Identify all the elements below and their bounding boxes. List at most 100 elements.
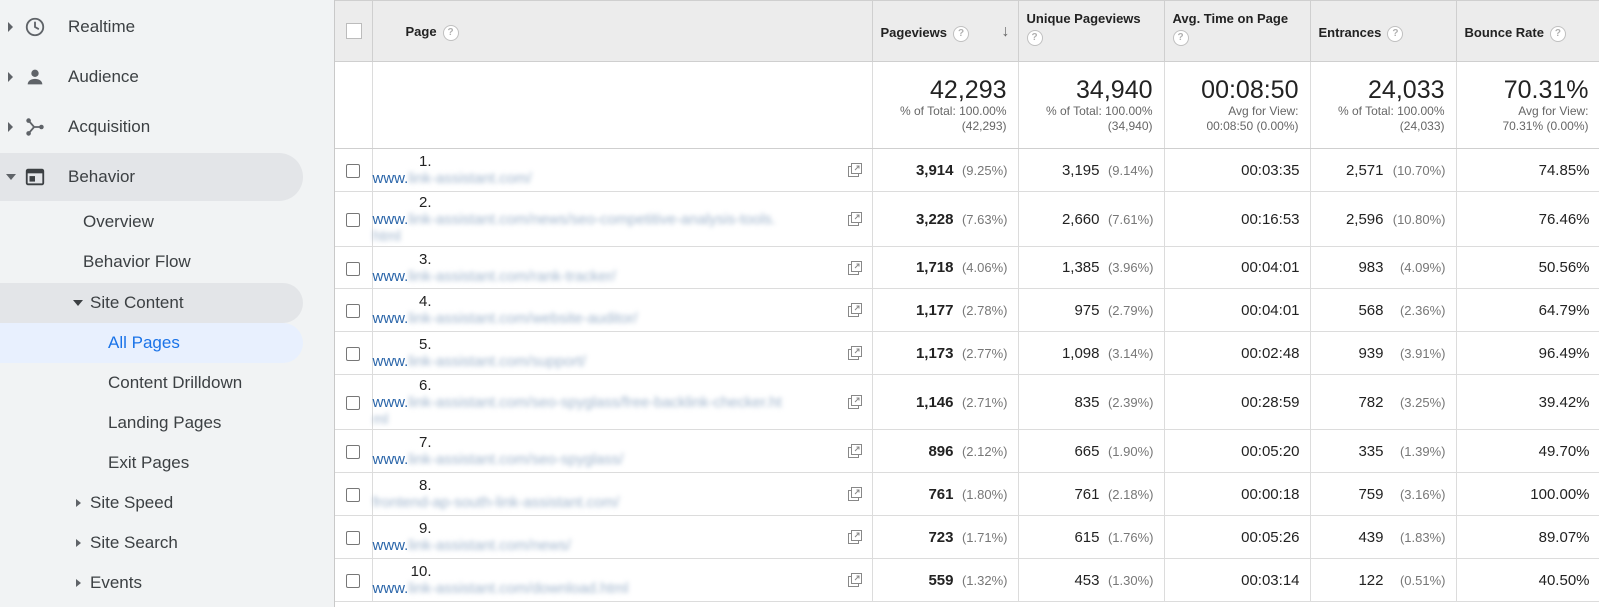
- bounce-rate-value: 50.56%: [1538, 259, 1590, 276]
- row-checkbox[interactable]: [346, 261, 361, 276]
- bounce-rate-cell: 76.46%: [1456, 191, 1599, 247]
- help-icon[interactable]: ?: [442, 24, 459, 41]
- avg-time-value: 00:05:26: [1241, 528, 1300, 546]
- row-checkbox[interactable]: [346, 488, 361, 503]
- nav-overview[interactable]: Overview: [0, 202, 334, 242]
- page-link[interactable]: www.link-assistant.com/seo-spyglass/free…: [373, 394, 783, 428]
- col-header-entrances[interactable]: Entrances?: [1310, 0, 1457, 62]
- table-row: 2.www.link-assistant.com/news/seo-compet…: [335, 191, 1599, 247]
- row-checkbox[interactable]: [346, 531, 361, 546]
- col-header-unique-pageviews[interactable]: Unique Pageviews ?: [1018, 0, 1165, 62]
- nav-audience[interactable]: Audience: [0, 53, 334, 101]
- open-external-icon[interactable]: [847, 395, 862, 409]
- row-checkbox[interactable]: [346, 445, 361, 460]
- col-header-page[interactable]: Page?: [372, 0, 873, 62]
- page-link[interactable]: www.link-assistant.com/news/seo-competit…: [373, 211, 783, 245]
- expand-caret-icon: [8, 22, 13, 32]
- nav-site-speed[interactable]: Site Speed: [0, 483, 334, 523]
- nav-site-content[interactable]: Site Content: [0, 283, 303, 323]
- page-link[interactable]: www.link-assistant.com/news/: [373, 537, 783, 554]
- unique-pageviews-value: 2,660: [1061, 210, 1100, 228]
- page-link[interactable]: www.link-assistant.com/rank-tracker/: [373, 268, 783, 285]
- col-header-bounce-rate[interactable]: Bounce Rate?: [1456, 0, 1599, 62]
- help-icon[interactable]: ?: [953, 25, 969, 42]
- pageviews-value: 723: [928, 528, 954, 546]
- select-all-checkbox[interactable]: [346, 23, 362, 39]
- unique-pageviews-percent: (1.76%): [1107, 529, 1154, 545]
- pageviews-cell: 1,177 (2.78%): [872, 288, 1019, 332]
- help-icon[interactable]: ?: [1549, 25, 1566, 42]
- page-link[interactable]: www.link-assistant.com/support/: [373, 353, 783, 370]
- help-icon[interactable]: ?: [1387, 25, 1404, 42]
- table-row: 4.www.link-assistant.com/website-auditor…: [335, 288, 1599, 332]
- entrances-cell: 568 (2.36%): [1310, 288, 1457, 332]
- row-checkbox[interactable]: [346, 396, 361, 411]
- avg-time-cell: 00:16:53: [1164, 191, 1311, 247]
- totals-blank-cell: [335, 61, 373, 149]
- totals-value: 24,033: [1368, 76, 1445, 104]
- totals-bounce-rate: 70.31% Avg for View: 70.31% (0.00%): [1456, 61, 1599, 149]
- col-header-pageviews[interactable]: Pageviews? ↓: [872, 0, 1019, 62]
- acquisition-icon: [26, 118, 44, 136]
- pageviews-cell: 761 (1.80%): [872, 472, 1019, 516]
- nav-acquisition[interactable]: Acquisition: [0, 103, 334, 151]
- col-header-label: Pageviews: [880, 25, 948, 40]
- help-icon[interactable]: ?: [1172, 30, 1189, 46]
- expand-caret-icon: [76, 539, 81, 547]
- nav-behavior-flow[interactable]: Behavior Flow: [0, 242, 334, 282]
- select-all-cell: [335, 0, 373, 62]
- pageviews-cell: 1,718 (4.06%): [872, 246, 1019, 289]
- row-checkbox[interactable]: [346, 213, 361, 228]
- unique-pageviews-cell: 2,660 (7.61%): [1018, 191, 1165, 247]
- open-external-icon[interactable]: [847, 212, 862, 226]
- entrances-cell: 939 (3.91%): [1310, 331, 1457, 375]
- nav-landing-pages[interactable]: Landing Pages: [0, 403, 334, 443]
- nav-realtime[interactable]: Realtime: [0, 3, 334, 51]
- open-external-icon[interactable]: [847, 573, 862, 587]
- pageviews-cell: 723 (1.71%): [872, 515, 1019, 559]
- avg-time-cell: 00:04:01: [1164, 288, 1311, 332]
- open-external-icon[interactable]: [847, 487, 862, 501]
- nav-all-pages[interactable]: All Pages: [0, 323, 303, 363]
- nav-events[interactable]: Events: [0, 563, 334, 603]
- row-checkbox[interactable]: [346, 574, 361, 589]
- entrances-cell: 439 (1.83%): [1310, 515, 1457, 559]
- table-row: 6.www.link-assistant.com/seo-spyglass/fr…: [335, 374, 1599, 430]
- page-link[interactable]: www.link-assistant.com/website-auditor/: [373, 310, 783, 327]
- nav-exit-pages[interactable]: Exit Pages: [0, 443, 334, 483]
- bounce-rate-value: 39.42%: [1538, 393, 1590, 411]
- open-external-icon[interactable]: [847, 444, 862, 458]
- pageviews-cell: 559 (1.32%): [872, 558, 1019, 602]
- open-external-icon[interactable]: [847, 346, 862, 360]
- col-header-pageviews-group: Pageviews?: [880, 25, 969, 42]
- page-link[interactable]: www.link-assistant.com/: [373, 170, 783, 187]
- row-checkbox[interactable]: [346, 347, 361, 362]
- person-icon: [27, 69, 43, 85]
- open-external-icon[interactable]: [847, 260, 862, 275]
- nav-behavior[interactable]: Behavior: [0, 153, 303, 201]
- row-checkbox[interactable]: [346, 164, 361, 179]
- open-external-icon[interactable]: [847, 530, 862, 544]
- col-header-avg-time[interactable]: Avg. Time on Page ?: [1164, 0, 1311, 62]
- entrances-value: 2,596: [1345, 210, 1384, 228]
- open-external-icon[interactable]: [847, 303, 862, 317]
- row-index: 7.: [418, 434, 432, 451]
- nav-content-drilldown[interactable]: Content Drilldown: [0, 363, 334, 403]
- page-link-path: link-assistant.com/news/: [408, 537, 571, 554]
- pageviews-cell: 3,914 (9.25%): [872, 148, 1019, 192]
- nav-site-search[interactable]: Site Search: [0, 523, 334, 563]
- page-link[interactable]: www.link-assistant.com/download.html: [373, 580, 783, 597]
- pageviews-value: 1,177: [915, 301, 954, 319]
- nav-label: Landing Pages: [108, 413, 222, 432]
- page-link[interactable]: frontend-ap-south-link-assistant.com/: [373, 494, 783, 511]
- sort-descending-icon[interactable]: ↓: [1002, 23, 1010, 41]
- page-link[interactable]: www.link-assistant.com/seo-spyglass/: [373, 451, 783, 468]
- open-external-icon[interactable]: [847, 163, 862, 177]
- table-row: 9.www.link-assistant.com/news/723 (1.71%)…: [335, 515, 1599, 559]
- help-icon[interactable]: ?: [1026, 30, 1043, 46]
- avg-time-cell: 00:02:48: [1164, 331, 1311, 375]
- unique-pageviews-cell: 615 (1.76%): [1018, 515, 1165, 559]
- row-checkbox[interactable]: [346, 304, 361, 319]
- avg-time-cell: 00:05:26: [1164, 515, 1311, 559]
- avg-time-value: 00:28:59: [1241, 393, 1300, 411]
